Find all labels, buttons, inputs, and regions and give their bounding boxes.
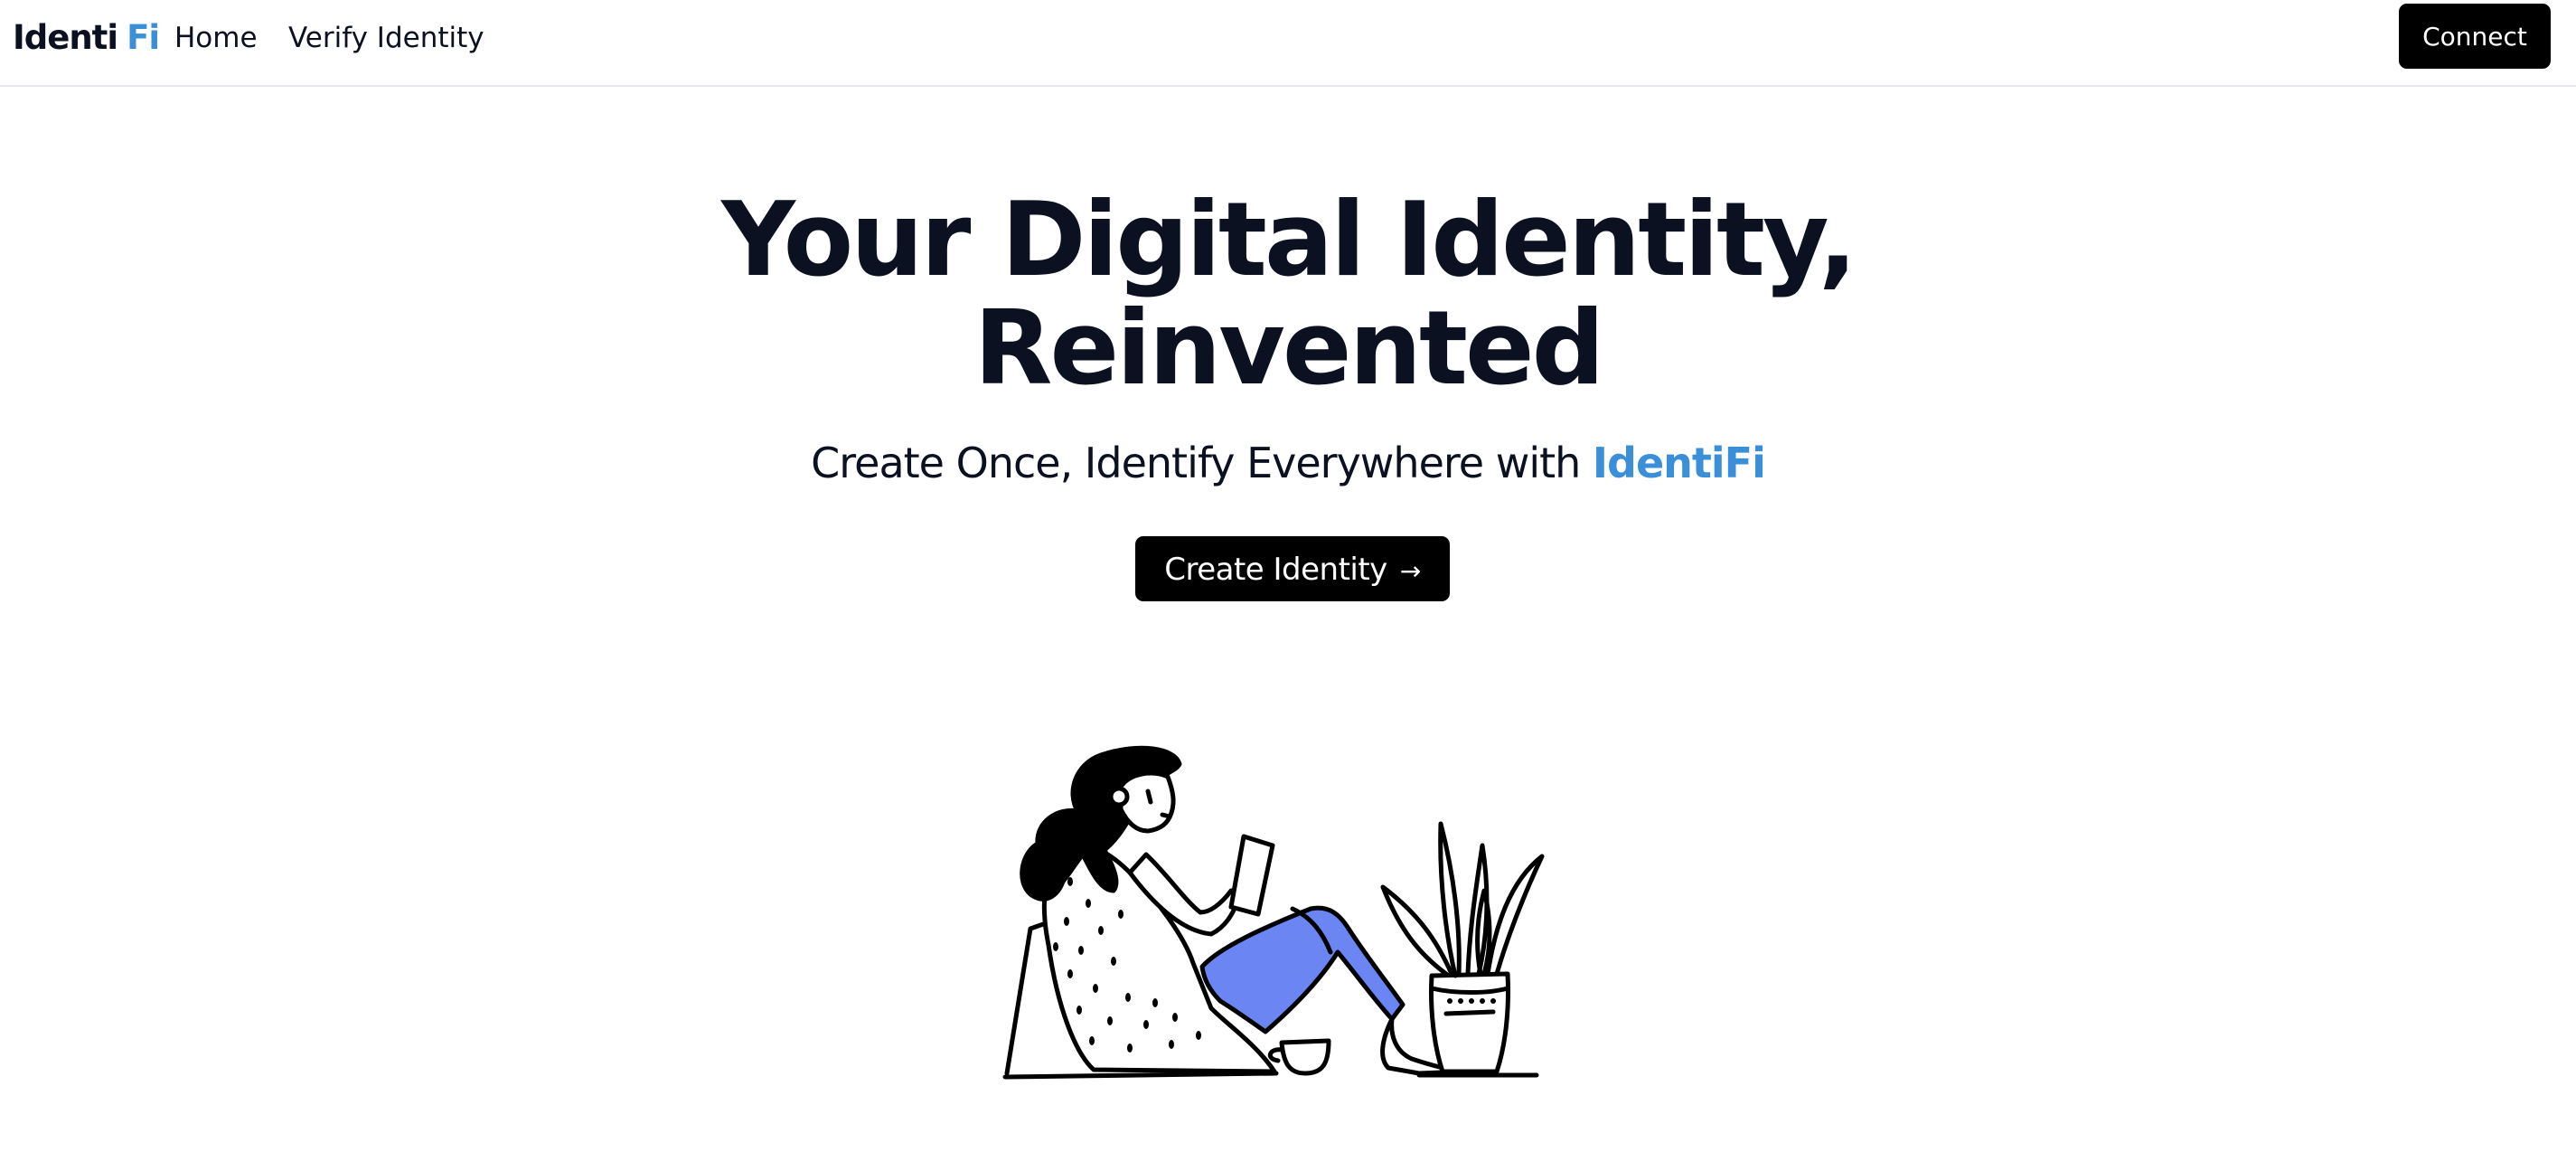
face xyxy=(1118,770,1176,834)
navbar: Identi Fi Home Verify Identity Connect xyxy=(0,0,2576,87)
hero-subtitle-brand: IdentiFi xyxy=(1592,439,1766,487)
ground-line xyxy=(1002,1071,1279,1080)
create-identity-label: Create Identity xyxy=(1164,552,1387,588)
hero-title-line1: Your Digital Identity, xyxy=(721,180,1857,299)
logo[interactable]: Identi Fi xyxy=(13,16,160,60)
hero-title-line2: Reinvented xyxy=(973,288,1604,408)
nav-link-home[interactable]: Home xyxy=(174,20,258,56)
hero-subtitle: Create Once, Identify Everywhere with Id… xyxy=(0,436,2576,490)
hero-subtitle-text: Create Once, Identify Everywhere with xyxy=(811,439,1581,487)
phone xyxy=(1228,834,1275,917)
connect-button[interactable]: Connect xyxy=(2399,4,2551,69)
logo-accent-text: Fi xyxy=(127,18,160,57)
hero-title: Your Digital Identity, Reinvented xyxy=(0,185,2576,402)
logo-main-text: Identi xyxy=(13,18,118,57)
woman-reading-illustration xyxy=(1002,745,1545,1080)
plant-leaf xyxy=(1485,854,1545,977)
pants xyxy=(1199,905,1406,1034)
arrow-right-icon: → xyxy=(1399,556,1421,586)
nav-link-verify-identity[interactable]: Verify Identity xyxy=(288,20,484,56)
create-identity-button[interactable]: Create Identity → xyxy=(1135,536,1450,601)
cup xyxy=(1279,1038,1331,1076)
